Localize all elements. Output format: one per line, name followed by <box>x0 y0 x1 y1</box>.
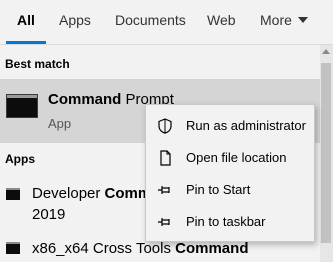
tabbar-divider <box>0 44 333 45</box>
scrollbar-thumb[interactable] <box>321 63 331 243</box>
tab-documents[interactable]: Documents <box>115 12 186 28</box>
scroll-up-arrow-icon[interactable] <box>322 49 330 54</box>
filter-tabs: All Apps Documents Web More <box>0 0 333 44</box>
pin-icon <box>158 218 170 226</box>
context-menu: Run as administrator Open file location … <box>145 104 315 242</box>
shield-icon <box>158 118 172 134</box>
search-window: All Apps Documents Web More Best match C… <box>0 0 333 262</box>
menu-item-open-file-location[interactable]: Open file location <box>146 143 314 173</box>
app-item-line2: 2019 <box>32 206 66 223</box>
tab-web[interactable]: Web <box>207 12 236 28</box>
tab-more-label: More <box>260 12 292 28</box>
menu-item-run-as-administrator[interactable]: Run as administrator <box>146 111 314 141</box>
best-match-heading: Best match <box>5 57 70 71</box>
tab-all[interactable]: All <box>17 12 35 28</box>
pin-icon <box>158 186 170 194</box>
menu-item-pin-to-start[interactable]: Pin to Start <box>146 175 314 205</box>
console-app-icon <box>6 188 20 200</box>
app-item-prefix: Developer <box>32 185 105 202</box>
best-match-subtitle: App <box>48 116 72 131</box>
menu-item-label: Open file location <box>186 150 287 165</box>
app-item-bold: Command <box>175 240 249 257</box>
chevron-down-icon <box>297 17 308 23</box>
menu-item-label: Pin to taskbar <box>186 214 266 229</box>
menu-item-label: Pin to Start <box>186 182 251 197</box>
scrollbar[interactable] <box>320 45 333 262</box>
app-item-name: Developer Comm 2019 <box>32 183 151 225</box>
file-icon <box>160 150 171 166</box>
console-app-icon <box>6 242 20 254</box>
menu-item-pin-to-taskbar[interactable]: Pin to taskbar <box>146 207 314 237</box>
command-prompt-icon <box>6 94 38 118</box>
menu-item-label: Run as administrator <box>186 118 306 133</box>
best-match-title-bold: Command <box>48 91 122 108</box>
tab-apps[interactable]: Apps <box>59 12 91 28</box>
tab-more[interactable]: More <box>260 12 308 28</box>
app-item-prefix: x86_x64 Cross Tools <box>32 240 176 257</box>
apps-heading: Apps <box>5 152 35 166</box>
